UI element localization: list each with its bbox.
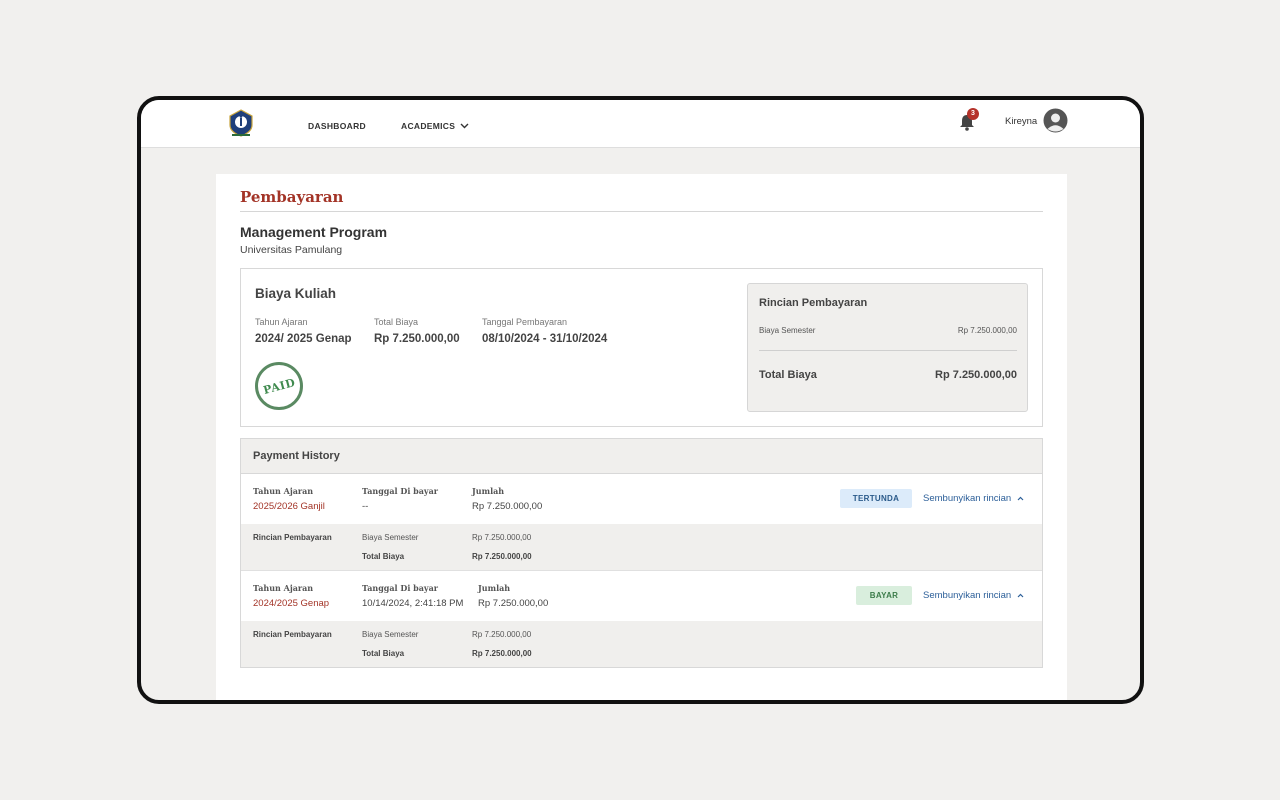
detail-total-label: Total Biaya xyxy=(362,552,405,561)
program-title: Management Program xyxy=(240,224,388,240)
payment-history-title: Payment History xyxy=(241,439,1042,474)
summary-item-value: Rp 7.250.000,00 xyxy=(957,326,1017,335)
history-date-cell: Tanggal Di bayar -- xyxy=(362,486,438,512)
history-date-value: 10/14/2024, 2:41:18 PM xyxy=(362,598,464,609)
chevron-up-icon xyxy=(1017,593,1024,598)
history-year-cell: Tahun Ajaran 2025/2026 Ganjil xyxy=(253,486,325,512)
avatar-icon[interactable] xyxy=(1043,108,1068,133)
history-amount-value: Rp 7.250.000,00 xyxy=(478,598,549,609)
history-year-value: 2024/2025 Genap xyxy=(253,598,330,609)
university-name: Universitas Pamulang xyxy=(240,244,343,256)
tuition-title: Biaya Kuliah xyxy=(255,286,337,301)
summary-total-value: Rp 7.250.000,00 xyxy=(935,369,1017,381)
payment-date-label: Tanggal Pembayaran xyxy=(482,317,568,327)
summary-divider xyxy=(759,350,1017,351)
detail-total-value: Rp 7.250.000,00 xyxy=(472,649,532,658)
page-title: Pembayaran xyxy=(240,188,344,206)
payment-date-value: 08/10/2024 - 31/10/2024 xyxy=(482,333,608,345)
payment-summary-title: Rincian Pembayaran xyxy=(759,297,868,309)
total-fee-field: Total Biaya Rp 7.250.000,00 xyxy=(374,317,460,345)
history-year-label: Tahun Ajaran xyxy=(253,486,314,496)
summary-total-row: Total Biaya Rp 7.250.000,00 xyxy=(759,369,1017,381)
history-row: Tahun Ajaran 2025/2026 Ganjil Tanggal Di… xyxy=(241,474,1042,524)
detail-item-label: Biaya Semester xyxy=(362,630,419,639)
user-name[interactable]: Kireyna xyxy=(1005,116,1037,127)
summary-item-label: Biaya Semester xyxy=(759,326,816,335)
summary-item-row: Biaya Semester Rp 7.250.000,00 xyxy=(759,326,1017,335)
history-amount-value: Rp 7.250.000,00 xyxy=(472,501,543,512)
hide-details-toggle[interactable]: Sembunyikan rincian xyxy=(923,493,1024,504)
history-date-value: -- xyxy=(362,501,369,512)
detail-item-value: Rp 7.250.000,00 xyxy=(472,533,532,542)
status-badge-pending: TERTUNDA xyxy=(840,489,912,508)
chevron-down-icon xyxy=(460,123,469,129)
history-date-label: Tanggal Di bayar xyxy=(362,583,438,593)
hide-details-label: Sembunyikan rincian xyxy=(923,493,1012,504)
hide-details-label: Sembunyikan rincian xyxy=(923,590,1012,601)
history-date-label: Tanggal Di bayar xyxy=(362,486,438,496)
paid-stamp: PAID xyxy=(255,362,303,410)
notification-badge: 3 xyxy=(967,108,979,120)
tuition-card: Biaya Kuliah Tahun Ajaran 2024/ 2025 Gen… xyxy=(240,268,1043,427)
history-detail: Rincian Pembayaran Biaya Semester Rp 7.2… xyxy=(241,621,1042,667)
title-divider xyxy=(240,211,1043,212)
university-logo-icon[interactable] xyxy=(226,108,256,138)
history-year-value: 2025/2026 Ganjil xyxy=(253,501,325,512)
chevron-up-icon xyxy=(1017,496,1024,501)
nav-dashboard[interactable]: DASHBOARD xyxy=(308,121,366,131)
history-year-cell: Tahun Ajaran 2024/2025 Genap xyxy=(253,583,329,609)
hide-details-toggle[interactable]: Sembunyikan rincian xyxy=(923,590,1024,601)
detail-item-value: Rp 7.250.000,00 xyxy=(472,630,532,639)
history-amount-label: Jumlah xyxy=(472,486,505,496)
nav-academics-label: ACADEMICS xyxy=(401,121,456,131)
history-amount-label: Jumlah xyxy=(478,583,511,593)
detail-total-label: Total Biaya xyxy=(362,649,405,658)
app-window: DASHBOARD ACADEMICS 3 Kireyna Pembayaran… xyxy=(137,96,1144,704)
history-year-label: Tahun Ajaran xyxy=(253,583,314,593)
main-content: Pembayaran Management Program Universita… xyxy=(216,174,1067,700)
status-badge-paid: BAYAR xyxy=(856,586,912,605)
total-fee-value: Rp 7.250.000,00 xyxy=(374,333,460,345)
history-date-cell: Tanggal Di bayar 10/14/2024, 2:41:18 PM xyxy=(362,583,463,609)
top-navbar: DASHBOARD ACADEMICS 3 Kireyna xyxy=(141,100,1140,148)
academic-year-value: 2024/ 2025 Genap xyxy=(255,333,352,345)
academic-year-label: Tahun Ajaran xyxy=(255,317,308,327)
detail-item-label: Biaya Semester xyxy=(362,533,419,542)
payment-summary-card: Rincian Pembayaran Biaya Semester Rp 7.2… xyxy=(747,283,1028,412)
paid-stamp-text: PAID xyxy=(261,375,297,397)
history-amount-cell: Jumlah Rp 7.250.000,00 xyxy=(472,486,542,512)
payment-date-field: Tanggal Pembayaran 08/10/2024 - 31/10/20… xyxy=(482,317,607,345)
history-amount-cell: Jumlah Rp 7.250.000,00 xyxy=(478,583,548,609)
detail-label: Rincian Pembayaran xyxy=(253,630,332,639)
history-row: Tahun Ajaran 2024/2025 Genap Tanggal Di … xyxy=(241,571,1042,621)
payment-history-panel: Payment History Tahun Ajaran 2025/2026 G… xyxy=(240,438,1043,668)
academic-year-field: Tahun Ajaran 2024/ 2025 Genap xyxy=(255,317,352,345)
detail-total-value: Rp 7.250.000,00 xyxy=(472,552,532,561)
history-detail: Rincian Pembayaran Biaya Semester Rp 7.2… xyxy=(241,524,1042,571)
total-fee-label: Total Biaya xyxy=(374,317,419,327)
detail-label: Rincian Pembayaran xyxy=(253,533,332,542)
summary-total-label: Total Biaya xyxy=(759,369,817,381)
nav-academics[interactable]: ACADEMICS xyxy=(401,121,469,131)
